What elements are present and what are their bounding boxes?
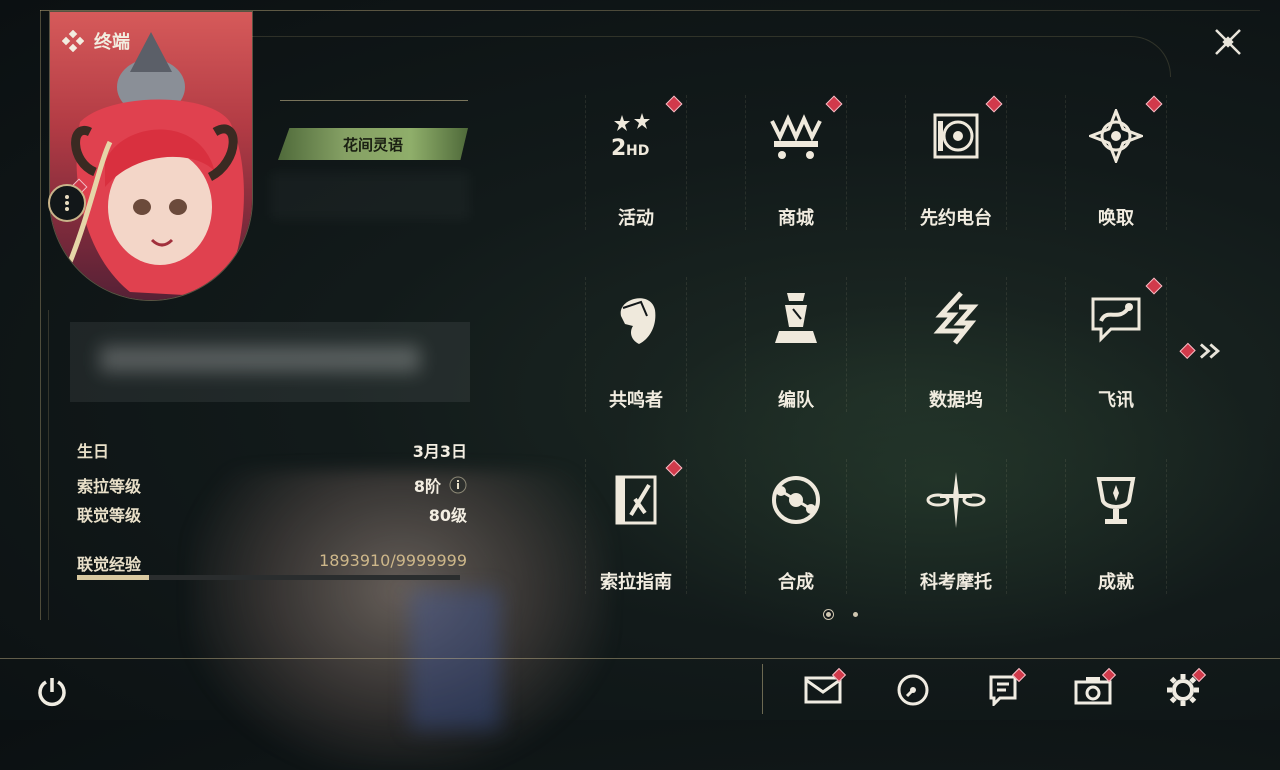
- frame-line-top: [40, 10, 1260, 11]
- notification-badge: [985, 95, 1003, 113]
- more-dots-icon: [65, 195, 69, 211]
- event-2hd-icon: 2 HD: [605, 105, 667, 166]
- menu-item-label: 活动: [618, 208, 654, 229]
- power-icon: [38, 678, 66, 707]
- menu-item-resonator[interactable]: 共鸣者: [585, 277, 687, 412]
- mail-button[interactable]: [802, 667, 847, 710]
- info-value: 8阶: [413, 477, 441, 496]
- menu-item-label: 合成: [778, 572, 814, 593]
- title-divider: [280, 100, 468, 101]
- menu-item-radio[interactable]: 先约电台: [905, 95, 1007, 230]
- motorcycle-icon: [925, 469, 987, 530]
- power-button[interactable]: [32, 672, 72, 712]
- notification-badge: [1145, 95, 1163, 113]
- svg-text:2: 2: [611, 136, 626, 161]
- info-value: 80级: [428, 506, 467, 525]
- convene-compass-icon: [1085, 105, 1147, 166]
- svg-text:HD: HD: [626, 143, 649, 159]
- avatar[interactable]: [50, 12, 252, 300]
- exp-progress-bar: [77, 575, 460, 580]
- info-label: 索拉等级: [77, 477, 142, 496]
- title-plate: 花间灵语: [278, 128, 468, 160]
- menu-item-event[interactable]: 2 HD 活动: [585, 95, 687, 230]
- menu-item-synthesis[interactable]: 合成: [745, 459, 847, 594]
- page-indicator: [826, 612, 858, 617]
- menu-item-label: 索拉指南: [600, 572, 672, 593]
- menu-item-label: 编队: [778, 390, 814, 411]
- menu-item-messages[interactable]: 飞讯: [1065, 277, 1167, 412]
- frame-line-left-inner: [48, 310, 49, 620]
- settings-button[interactable]: [1162, 667, 1207, 710]
- info-row-union-level: 联觉等级 80级: [77, 502, 467, 526]
- menu-item-label: 商城: [778, 208, 814, 229]
- clock-icon: [897, 674, 929, 706]
- bottom-separator: [762, 664, 763, 714]
- team-chess-icon: [765, 287, 827, 348]
- shop-crown-icon: [765, 105, 827, 166]
- trophy-icon: [1085, 469, 1147, 530]
- notification-badge: [1179, 342, 1197, 360]
- page-title: 终端: [94, 32, 130, 53]
- menu-item-guide[interactable]: 索拉指南: [585, 459, 687, 594]
- info-label: 联觉经验: [77, 555, 142, 574]
- menu-item-achievements[interactable]: 成就: [1065, 459, 1167, 594]
- menu-item-label: 先约电台: [920, 208, 992, 229]
- frame-line-left: [40, 10, 41, 620]
- menu-item-label: 飞讯: [1098, 390, 1134, 411]
- blurred-signature: [70, 322, 470, 402]
- info-label: 联觉等级: [77, 506, 142, 525]
- menu-item-label: 唤取: [1098, 208, 1134, 229]
- notification-badge: [825, 95, 843, 113]
- menu-item-motorcycle[interactable]: 科考摩托: [905, 459, 1007, 594]
- info-row-union-exp: 联觉经验 1893910/9999999: [77, 551, 467, 575]
- info-row-birthday: 生日 3月3日: [77, 438, 467, 462]
- menu-item-label: 成就: [1098, 572, 1134, 593]
- notification-badge: [665, 95, 683, 113]
- close-icon: [1215, 29, 1241, 55]
- background-blue-blur: [410, 590, 500, 730]
- menu-item-convene[interactable]: 唤取: [1065, 95, 1167, 230]
- menu-item-label: 科考摩托: [920, 572, 992, 593]
- info-label: 生日: [77, 442, 110, 461]
- info-row-sola-level: 索拉等级 8阶: [77, 473, 467, 497]
- camera-button[interactable]: [1072, 667, 1117, 710]
- double-chevron-right-icon: [1200, 343, 1221, 359]
- clock-button[interactable]: [892, 670, 934, 710]
- terminal-header: 终端: [62, 28, 130, 54]
- synthesis-icon: [765, 469, 827, 530]
- menu-item-team[interactable]: 编队: [745, 277, 847, 412]
- exp-progress-fill: [77, 575, 150, 580]
- radio-icon: [925, 105, 987, 166]
- menu-item-label: 数据坞: [929, 390, 983, 411]
- info-value: 1893910/9999999: [319, 551, 467, 570]
- avatar-more-button[interactable]: [48, 184, 86, 222]
- menu-item-shop[interactable]: 商城: [745, 95, 847, 230]
- page-dot-active[interactable]: [826, 612, 831, 617]
- info-icon[interactable]: [449, 476, 467, 494]
- databank-icon: [925, 287, 987, 348]
- bottom-divider: [0, 658, 1280, 659]
- notice-icon: [989, 675, 1017, 706]
- title-plate-label: 花间灵语: [342, 135, 403, 154]
- guidebook-icon: [605, 469, 667, 530]
- menu-grid: 2 HD 活动 商城 先约电台 唤取 共鸣者 编队 数据坞 飞讯 索拉指南 合成…: [585, 95, 1167, 595]
- blurred-name: [270, 172, 470, 220]
- next-page-button[interactable]: [1179, 338, 1224, 364]
- notification-badge: [1145, 277, 1163, 295]
- notification-badge: [665, 459, 683, 477]
- notice-button[interactable]: [982, 667, 1027, 710]
- menu-item-label: 共鸣者: [609, 390, 663, 411]
- diamond-cluster-icon: [62, 30, 84, 52]
- frame-line-right: [250, 36, 1171, 77]
- avatar-portrait: [67, 32, 244, 297]
- close-button[interactable]: [1206, 22, 1250, 62]
- page-dot[interactable]: [853, 612, 858, 617]
- info-value: 3月3日: [412, 442, 467, 461]
- chat-message-icon: [1085, 287, 1147, 348]
- resonator-portrait-icon: [605, 287, 667, 348]
- menu-item-databank[interactable]: 数据坞: [905, 277, 1007, 412]
